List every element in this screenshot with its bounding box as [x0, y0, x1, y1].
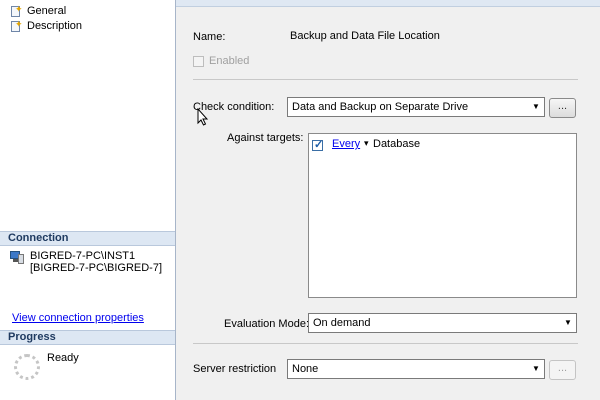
check-condition-value: Data and Backup on Separate Drive	[292, 101, 469, 113]
progress-header: Progress	[0, 330, 175, 345]
page-item-label: General	[27, 5, 67, 17]
mouse-pointer-icon	[197, 108, 209, 126]
name-field[interactable]: Backup and Data File Location	[284, 26, 580, 46]
separator	[193, 79, 578, 80]
connection-info: BIGRED-7-PC\INST1 [BIGRED-7-PC\BIGRED-7]	[30, 250, 162, 274]
name-label: Name:	[193, 31, 226, 43]
server-connection-icon	[10, 251, 24, 264]
check-condition-select[interactable]: Data and Backup on Separate Drive ▼	[287, 97, 545, 117]
page-item-description[interactable]: ✦ Description	[10, 19, 82, 33]
evaluation-mode-value: On demand	[313, 317, 371, 329]
progress-status: Ready	[47, 352, 79, 364]
targets-tree[interactable]: Every ▾ Database	[308, 133, 577, 298]
against-targets-label: Against targets:	[227, 132, 304, 144]
target-dropdown-arrow-icon[interactable]: ▾	[364, 138, 369, 149]
spinner-icon	[14, 354, 40, 380]
page-item-general[interactable]: ✦ General	[10, 4, 66, 18]
view-connection-properties-link[interactable]: View connection properties	[12, 312, 144, 324]
enabled-checkbox[interactable]	[193, 56, 204, 67]
toolbar	[176, 0, 600, 7]
page-item-label: Description	[27, 20, 83, 32]
separator	[193, 343, 578, 344]
target-checkbox[interactable]	[312, 138, 323, 151]
connection-server: BIGRED-7-PC\INST1	[30, 250, 136, 262]
connection-user: [BIGRED-7-PC\BIGRED-7]	[30, 262, 163, 274]
evaluation-mode-select[interactable]: On demand ▼	[308, 313, 577, 333]
page-icon: ✦	[10, 4, 24, 18]
server-restriction-value: None	[292, 363, 319, 375]
check-condition-browse-button[interactable]: ...	[549, 98, 576, 118]
left-pane: ✦ General ✦ Description Connection BIGRE…	[0, 0, 176, 400]
server-restriction-browse-button[interactable]: ...	[549, 360, 576, 380]
chevron-down-icon: ▼	[532, 364, 540, 373]
target-type: Database	[373, 138, 421, 150]
target-every-link[interactable]: Every	[332, 138, 360, 150]
enabled-label: Enabled	[209, 55, 250, 67]
chevron-down-icon: ▼	[532, 102, 540, 111]
connection-header: Connection	[0, 231, 175, 246]
page-icon: ✦	[10, 19, 24, 33]
server-restriction-select[interactable]: None ▼	[287, 359, 545, 379]
chevron-down-icon: ▼	[564, 318, 572, 327]
evaluation-mode-label: Evaluation Mode:	[224, 318, 309, 330]
server-restriction-label: Server restriction	[193, 363, 277, 375]
